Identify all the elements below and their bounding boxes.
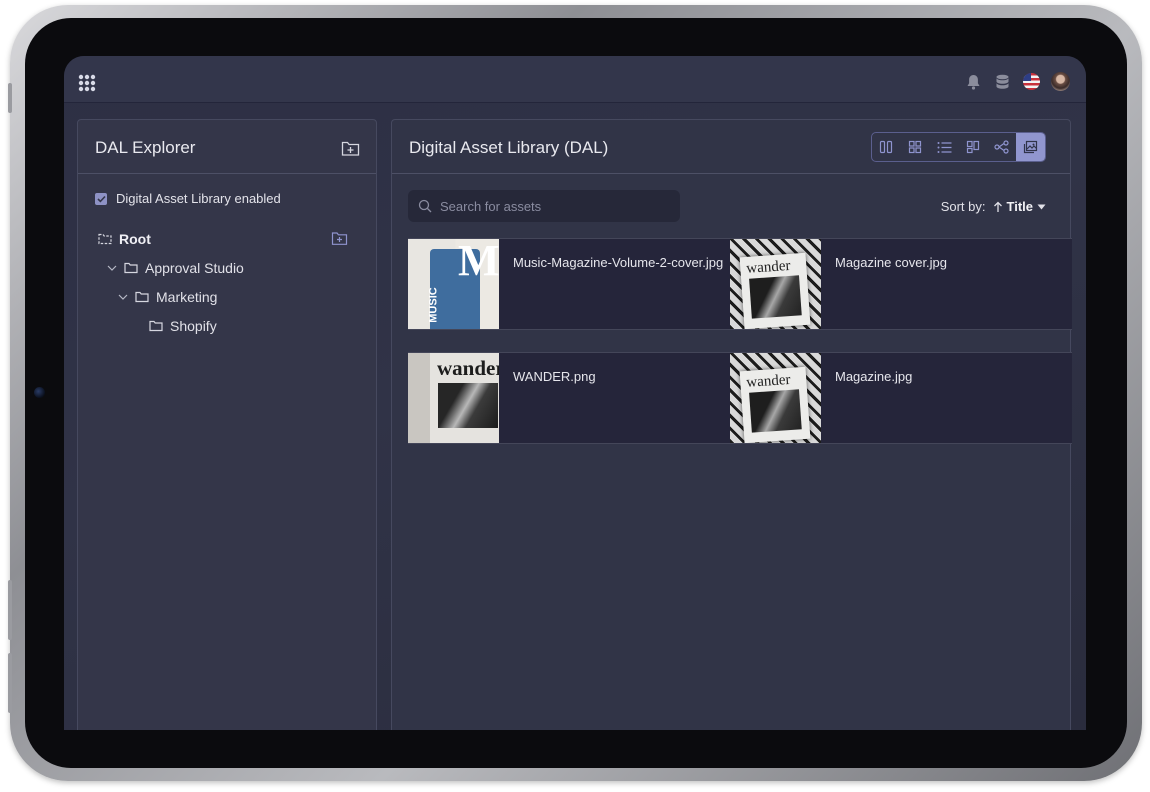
check-icon xyxy=(96,195,106,203)
asset-name: Magazine.jpg xyxy=(835,369,913,384)
tree-label-approval-studio: Approval Studio xyxy=(145,260,244,276)
chevron-down-icon[interactable] xyxy=(107,263,117,273)
board-icon xyxy=(966,140,979,154)
add-folder-button[interactable] xyxy=(339,137,361,159)
grid-icon xyxy=(909,140,922,154)
explorer-header: DAL Explorer xyxy=(78,120,376,174)
list-view-button[interactable] xyxy=(930,133,959,161)
folder-plus-icon xyxy=(331,232,348,245)
asset-search[interactable] xyxy=(408,190,680,222)
asset-thumbnail: wander xyxy=(730,353,821,443)
root-folder-icon xyxy=(98,233,112,245)
sort-control[interactable]: Sort by: Title xyxy=(941,199,1046,214)
explorer-title: DAL Explorer xyxy=(95,138,196,157)
dal-library-panel: Digital Asset Library (DAL) Search for a… xyxy=(391,119,1072,730)
tree-item-approval-studio[interactable]: Approval Studio xyxy=(107,260,244,276)
asset-name: Music-Magazine-Volume-2-cover.jpg xyxy=(513,255,724,270)
volume-button xyxy=(8,580,12,640)
asset-name: Magazine cover.jpg xyxy=(835,255,948,270)
graph-icon xyxy=(994,140,1009,154)
image-gallery-icon xyxy=(1023,140,1038,154)
camera xyxy=(34,387,45,398)
library-header: Digital Asset Library (DAL) xyxy=(392,120,1070,174)
logo-icon[interactable] xyxy=(78,74,96,92)
tree-label-shopify: Shopify xyxy=(170,318,217,334)
folder-icon xyxy=(135,291,149,303)
asset-card[interactable]: M MUSIC Music-Magazine-Volume-2-cover.jp… xyxy=(408,238,730,330)
columns-icon xyxy=(880,140,893,154)
dal-enabled-label: Digital Asset Library enabled xyxy=(116,191,281,206)
search-input[interactable] xyxy=(440,198,660,214)
asset-card[interactable]: wander WANDER.png xyxy=(408,352,730,444)
chevron-down-icon[interactable] xyxy=(118,292,128,302)
folder-plus-icon xyxy=(341,141,359,156)
tree-item-marketing[interactable]: Marketing xyxy=(118,289,217,305)
tree-item-shopify[interactable]: Shopify xyxy=(149,318,217,334)
tree-item-root[interactable]: Root xyxy=(98,231,151,247)
board-view-button[interactable] xyxy=(958,133,987,161)
sort-label: Sort by: xyxy=(940,199,986,214)
volume-button xyxy=(8,653,12,713)
dal-enabled-checkbox[interactable] xyxy=(95,192,107,205)
asset-thumbnail: wander xyxy=(408,353,499,443)
volume-button xyxy=(8,83,12,113)
columns-view-button[interactable] xyxy=(872,133,901,161)
grid-view-button[interactable] xyxy=(901,133,930,161)
dal-enabled-row[interactable]: Digital Asset Library enabled xyxy=(95,191,281,206)
graph-view-button[interactable] xyxy=(987,133,1016,161)
add-subfolder-button[interactable] xyxy=(331,231,349,249)
tree-label-marketing: Marketing xyxy=(156,289,218,305)
dal-explorer-panel: DAL Explorer Digital Asset Library enabl… xyxy=(77,119,377,730)
search-icon xyxy=(418,199,432,213)
list-icon xyxy=(937,141,952,153)
tree-label-root: Root xyxy=(119,231,151,247)
us-flag-icon[interactable] xyxy=(1022,72,1041,91)
database-icon[interactable] xyxy=(993,72,1012,91)
bell-icon[interactable] xyxy=(964,72,983,91)
library-title: Digital Asset Library (DAL) xyxy=(409,138,609,157)
arrow-up-icon[interactable] xyxy=(993,201,1003,213)
caret-down-icon[interactable] xyxy=(1037,204,1046,210)
asset-card[interactable]: wander Magazine cover.jpg xyxy=(730,238,1072,330)
sort-value[interactable]: Title xyxy=(1007,199,1034,214)
folder-icon xyxy=(149,320,163,332)
gallery-view-button[interactable] xyxy=(1016,133,1045,161)
app-screen: DAL Explorer Digital Asset Library enabl… xyxy=(64,56,1086,730)
asset-thumbnail: M MUSIC xyxy=(408,239,499,329)
top-bar xyxy=(64,56,1086,103)
asset-name: WANDER.png xyxy=(513,369,596,384)
folder-icon xyxy=(124,262,138,274)
asset-thumbnail: wander xyxy=(730,239,821,329)
view-switcher xyxy=(871,132,1046,162)
asset-card[interactable]: wander Magazine.jpg xyxy=(730,352,1072,444)
avatar[interactable] xyxy=(1051,72,1070,91)
